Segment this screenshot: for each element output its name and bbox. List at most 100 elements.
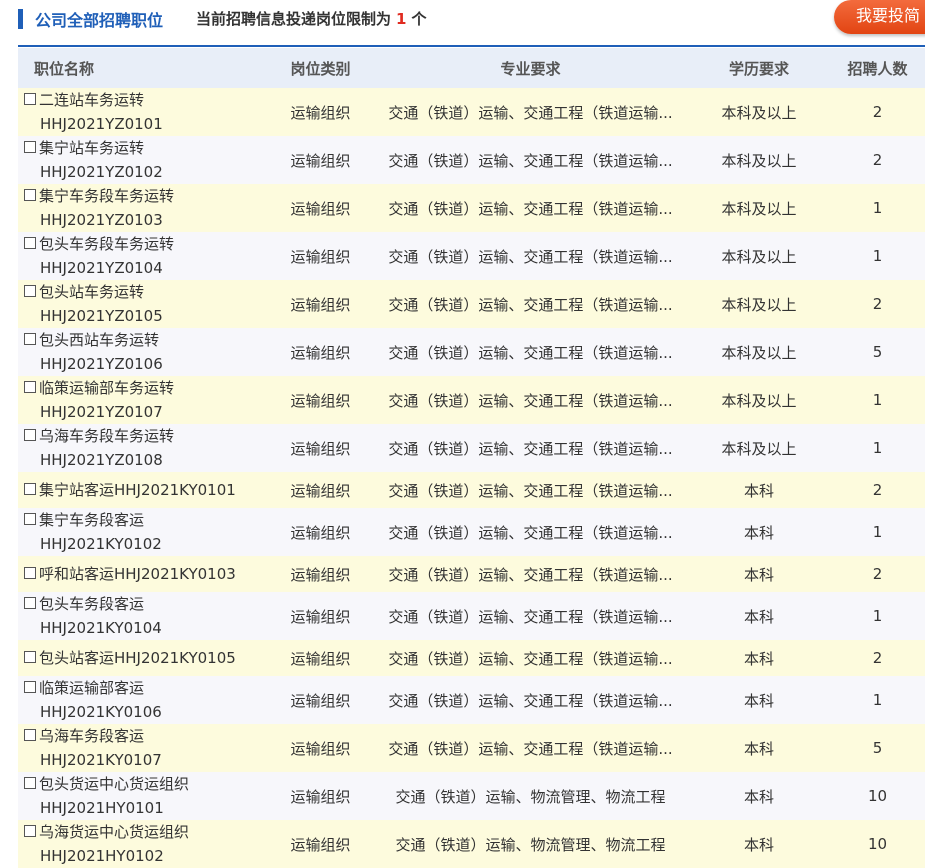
column-header-category: 岗位类别 (268, 48, 373, 88)
job-code: HHJ2021YZ0108 (40, 451, 163, 469)
job-count: 1 (830, 232, 925, 280)
job-count: 1 (830, 676, 925, 724)
job-education: 本科及以上 (688, 280, 830, 328)
job-title[interactable]: 呼和站客运HHJ2021KY0103 (39, 565, 236, 583)
job-code: HHJ2021HY0101 (40, 799, 164, 817)
job-title[interactable]: 包头西站车务运转 (39, 331, 159, 349)
table-row[interactable]: 包头车务段车务运转 HHJ2021YZ0104 运输组织 交通（铁道）运输、交通工程（… (18, 232, 925, 280)
job-count: 2 (830, 472, 925, 508)
job-checkbox[interactable] (24, 333, 36, 345)
job-checkbox[interactable] (24, 651, 36, 663)
table-row[interactable]: 包头站客运HHJ2021KY0105 运输组织 交通（铁道）运输、交通工程（铁道运输… (18, 640, 925, 676)
job-checkbox[interactable] (24, 93, 36, 105)
job-title[interactable]: 乌海车务段车务运转 (39, 427, 174, 445)
table-row[interactable]: 包头西站车务运转 HHJ2021YZ0106 运输组织 交通（铁道）运输、交通工程（铁… (18, 328, 925, 376)
job-checkbox[interactable] (24, 513, 36, 525)
job-checkbox[interactable] (24, 141, 36, 153)
job-title[interactable]: 二连站车务运转 (39, 91, 144, 109)
job-major: 交通（铁道）运输、交通工程（铁道运输... (373, 508, 688, 556)
job-checkbox[interactable] (24, 777, 36, 789)
job-education: 本科及以上 (688, 328, 830, 376)
job-major: 交通（铁道）运输、物流管理、物流工程 (373, 820, 688, 868)
job-title[interactable]: 包头站客运HHJ2021KY0105 (39, 649, 236, 667)
table-row[interactable]: 临策运输部客运 HHJ2021KY0106 运输组织 交通（铁道）运输、交通工程（铁道… (18, 676, 925, 724)
job-education: 本科 (688, 820, 830, 868)
table-row[interactable]: 包头站车务运转 HHJ2021YZ0105 运输组织 交通（铁道）运输、交通工程（铁道… (18, 280, 925, 328)
job-title[interactable]: 临策运输部车务运转 (39, 379, 174, 397)
table-row[interactable]: 乌海车务段车务运转 HHJ2021YZ0108 运输组织 交通（铁道）运输、交通工程（… (18, 424, 925, 472)
job-category: 运输组织 (268, 376, 373, 424)
table-row[interactable]: 乌海车务段客运 HHJ2021KY0107 运输组织 交通（铁道）运输、交通工程（铁道… (18, 724, 925, 772)
job-checkbox[interactable] (24, 729, 36, 741)
job-count: 10 (830, 772, 925, 820)
job-education: 本科 (688, 472, 830, 508)
apply-button[interactable]: 我要投简 (834, 0, 925, 34)
job-code: HHJ2021HY0102 (40, 847, 164, 865)
job-count: 5 (830, 328, 925, 376)
jobs-table: 职位名称 岗位类别 专业要求 学历要求 招聘人数 二连站车务运转 HHJ2021Y… (18, 48, 925, 868)
table-row[interactable]: 集宁车务段客运 HHJ2021KY0102 运输组织 交通（铁道）运输、交通工程（铁道… (18, 508, 925, 556)
job-code: HHJ2021KY0107 (40, 751, 162, 769)
job-count: 2 (830, 136, 925, 184)
job-checkbox[interactable] (24, 189, 36, 201)
job-code: HHJ2021YZ0101 (40, 115, 163, 133)
header-divider (18, 45, 925, 47)
job-checkbox[interactable] (24, 285, 36, 297)
job-title[interactable]: 包头站车务运转 (39, 283, 144, 301)
job-title[interactable]: 乌海货运中心货运组织 (39, 823, 189, 841)
job-code: HHJ2021KY0104 (40, 619, 162, 637)
job-title[interactable]: 包头车务段车务运转 (39, 235, 174, 253)
job-education: 本科 (688, 556, 830, 592)
table-row[interactable]: 包头货运中心货运组织 HHJ2021HY0101 运输组织 交通（铁道）运输、物流管理… (18, 772, 925, 820)
job-category: 运输组织 (268, 424, 373, 472)
job-title[interactable]: 集宁站客运HHJ2021KY0101 (39, 481, 236, 499)
table-row[interactable]: 临策运输部车务运转 HHJ2021YZ0107 运输组织 交通（铁道）运输、交通工程（… (18, 376, 925, 424)
notice-prefix: 当前招聘信息投递岗位限制为 (196, 10, 392, 28)
job-checkbox[interactable] (24, 237, 36, 249)
job-title[interactable]: 包头车务段客运 (39, 595, 144, 613)
job-education: 本科 (688, 724, 830, 772)
table-row[interactable]: 包头车务段客运 HHJ2021KY0104 运输组织 交通（铁道）运输、交通工程（铁道… (18, 592, 925, 640)
table-row[interactable]: 二连站车务运转 HHJ2021YZ0101 运输组织 交通（铁道）运输、交通工程（铁道… (18, 88, 925, 136)
job-major: 交通（铁道）运输、交通工程（铁道运输... (373, 88, 688, 136)
job-checkbox[interactable] (24, 567, 36, 579)
table-row[interactable]: 集宁站客运HHJ2021KY0101 运输组织 交通（铁道）运输、交通工程（铁道运输… (18, 472, 925, 508)
job-name-cell: 呼和站客运HHJ2021KY0103 (18, 556, 268, 592)
job-category: 运输组织 (268, 472, 373, 508)
table-row[interactable]: 集宁车务段车务运转 HHJ2021YZ0103 运输组织 交通（铁道）运输、交通工程（… (18, 184, 925, 232)
job-checkbox[interactable] (24, 381, 36, 393)
job-name-cell: 乌海车务段车务运转 HHJ2021YZ0108 (18, 424, 268, 472)
job-category: 运输组织 (268, 232, 373, 280)
job-major: 交通（铁道）运输、交通工程（铁道运输... (373, 136, 688, 184)
job-name-cell: 包头车务段车务运转 HHJ2021YZ0104 (18, 232, 268, 280)
job-education: 本科及以上 (688, 232, 830, 280)
job-title[interactable]: 集宁车务段车务运转 (39, 187, 174, 205)
column-header-name: 职位名称 (18, 48, 268, 88)
job-category: 运输组织 (268, 280, 373, 328)
column-header-major: 专业要求 (373, 48, 688, 88)
job-major: 交通（铁道）运输、交通工程（铁道运输... (373, 184, 688, 232)
job-checkbox[interactable] (24, 597, 36, 609)
job-major: 交通（铁道）运输、交通工程（铁道运输... (373, 592, 688, 640)
job-major: 交通（铁道）运输、物流管理、物流工程 (373, 772, 688, 820)
job-education: 本科 (688, 592, 830, 640)
job-major: 交通（铁道）运输、交通工程（铁道运输... (373, 676, 688, 724)
job-checkbox[interactable] (24, 681, 36, 693)
table-row[interactable]: 呼和站客运HHJ2021KY0103 运输组织 交通（铁道）运输、交通工程（铁道运输… (18, 556, 925, 592)
table-row[interactable]: 集宁站车务运转 HHJ2021YZ0102 运输组织 交通（铁道）运输、交通工程（铁道… (18, 136, 925, 184)
job-title[interactable]: 乌海车务段客运 (39, 727, 144, 745)
job-major: 交通（铁道）运输、交通工程（铁道运输... (373, 232, 688, 280)
job-checkbox[interactable] (24, 483, 36, 495)
job-education: 本科及以上 (688, 136, 830, 184)
job-education: 本科及以上 (688, 424, 830, 472)
job-education: 本科 (688, 772, 830, 820)
job-title[interactable]: 包头货运中心货运组织 (39, 775, 189, 793)
table-row[interactable]: 乌海货运中心货运组织 HHJ2021HY0102 运输组织 交通（铁道）运输、物流管理… (18, 820, 925, 868)
job-title[interactable]: 集宁站车务运转 (39, 139, 144, 157)
job-major: 交通（铁道）运输、交通工程（铁道运输... (373, 280, 688, 328)
job-major: 交通（铁道）运输、交通工程（铁道运输... (373, 376, 688, 424)
job-checkbox[interactable] (24, 429, 36, 441)
job-checkbox[interactable] (24, 825, 36, 837)
job-title[interactable]: 临策运输部客运 (39, 679, 144, 697)
job-title[interactable]: 集宁车务段客运 (39, 511, 144, 529)
